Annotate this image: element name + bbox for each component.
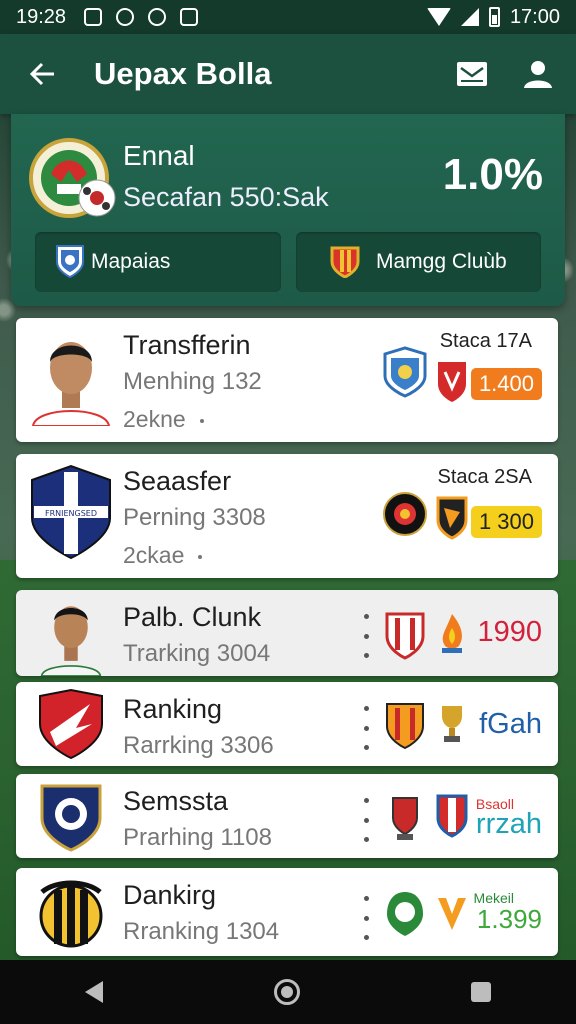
- item-stage: Staca 17A: [439, 330, 532, 352]
- club-percentage: 1.0%: [442, 150, 543, 199]
- status-bar: 19:28 17:00: [0, 0, 576, 34]
- value-badge: 1.400: [470, 368, 542, 400]
- nav-back-icon[interactable]: [85, 981, 104, 1003]
- mapaias-button[interactable]: Mapaias: [35, 232, 281, 292]
- item-title: Ranking: [123, 694, 223, 724]
- value-text: fGah: [479, 708, 542, 740]
- navy-crest-icon: [40, 784, 102, 852]
- wifi-icon: [426, 8, 451, 26]
- green-crest-icon: [387, 892, 423, 936]
- value-text: rrzah: [475, 808, 542, 840]
- item-stage: Staca 2SA: [437, 466, 532, 488]
- black-yellow-crest-icon: [39, 880, 103, 948]
- value-badge: 1 300: [470, 506, 542, 538]
- black-crest-icon: [383, 492, 427, 536]
- red-shield-icon: [39, 688, 103, 760]
- signal-icon: [460, 8, 479, 26]
- list-item[interactable]: Dankirg Rranking 1304 Mekeil 1.399: [16, 868, 558, 956]
- item-subtitle: Rarrking 3306: [123, 732, 274, 759]
- sync-notification-icon: [148, 8, 167, 26]
- club-name: Ennal: [123, 140, 195, 171]
- player-avatar: [40, 606, 102, 676]
- item-title: Semssta: [123, 786, 229, 816]
- nav-home-icon[interactable]: [273, 979, 300, 1005]
- app-title: Uepax Bolla: [94, 56, 272, 91]
- player-avatar: [31, 342, 111, 426]
- mail-icon: [457, 62, 487, 86]
- profile-icon: [524, 61, 552, 88]
- item-title: Transfferin: [123, 330, 251, 360]
- club-season: Secafan 550:Sak: [123, 182, 329, 212]
- orange-crest-icon: [436, 496, 468, 540]
- list-item[interactable]: Transfferin Menhing 132 2ekne Staca 17A …: [16, 318, 558, 442]
- back-button[interactable]: [12, 44, 72, 104]
- orange-v-crest-icon: [438, 898, 466, 930]
- club-header-card: Ennal Secafan 550:Sak 1.0% Mapaias Mamgg…: [11, 114, 565, 306]
- list-item[interactable]: Palb. Clunk Trarking 3004 1990: [16, 590, 558, 676]
- item-title: Seaasfer: [123, 466, 232, 496]
- system-nav-bar: [0, 960, 576, 1024]
- item-subtitle: Menhing 132: [123, 368, 262, 395]
- red-crest-icon: [438, 362, 466, 402]
- list-item[interactable]: FRNIENGSED Seaasfer Perning 3308 2ckae S…: [16, 454, 558, 578]
- item-title: Palb. Clunk: [123, 602, 262, 632]
- item-title: Dankirg: [123, 880, 217, 910]
- item-meta: 2ckae: [123, 542, 203, 569]
- status-clock: 17:00: [509, 5, 560, 28]
- flame-crest-icon: [442, 614, 462, 653]
- profile-button[interactable]: [520, 56, 556, 92]
- list-item[interactable]: Semssta Prarhing 1108 Bsaoll rrzah: [16, 774, 558, 858]
- blue-shield-icon: [56, 245, 84, 278]
- nav-recents-icon[interactable]: [470, 982, 491, 1002]
- more-options-icon[interactable]: [362, 706, 370, 750]
- red-white-crest-icon: [392, 797, 418, 840]
- club-shield-text: FRNIENGSED: [45, 509, 97, 518]
- blue-crest-icon: [383, 346, 427, 398]
- app-notification-icon: [84, 8, 103, 26]
- app-bar: Uepax Bolla: [0, 34, 576, 114]
- item-subtitle: Perning 3308: [123, 504, 266, 531]
- store-notification-icon: [180, 8, 199, 26]
- more-options-icon[interactable]: [362, 798, 370, 842]
- club-shield-icon: FRNIENGSED: [31, 464, 111, 560]
- value-text: 1990: [477, 616, 542, 648]
- more-options-icon[interactable]: [362, 614, 370, 658]
- item-subtitle: Prarhing 1108: [123, 824, 272, 851]
- blue-red-crest-icon: [436, 794, 468, 838]
- battery-icon: [488, 7, 500, 27]
- red-yellow-crest-icon: [330, 246, 360, 278]
- item-meta: 2ekne: [123, 406, 204, 433]
- orange-striped-crest-icon: [386, 703, 424, 750]
- link-notification-icon: [116, 8, 135, 26]
- mail-button[interactable]: [454, 56, 490, 92]
- striped-crest-icon: [385, 612, 425, 660]
- back-arrow-icon: [29, 62, 54, 86]
- notification-icons: [84, 8, 199, 26]
- mapaias-label: Mapaias: [91, 250, 171, 273]
- club-button[interactable]: Mamgg Cluùb: [296, 232, 541, 292]
- more-options-icon[interactable]: [362, 896, 370, 940]
- item-subtitle: Trarking 3004: [123, 640, 271, 667]
- club-button-label: Mamgg Cluùb: [376, 250, 507, 273]
- value-text: 1.399: [476, 904, 542, 934]
- list-item[interactable]: Ranking Rarrking 3306 fGah: [16, 682, 558, 766]
- trophy-icon: [442, 706, 462, 742]
- item-subtitle: Rranking 1304: [123, 918, 280, 945]
- club-crest-icon: [29, 138, 116, 218]
- status-time: 19:28: [16, 5, 67, 28]
